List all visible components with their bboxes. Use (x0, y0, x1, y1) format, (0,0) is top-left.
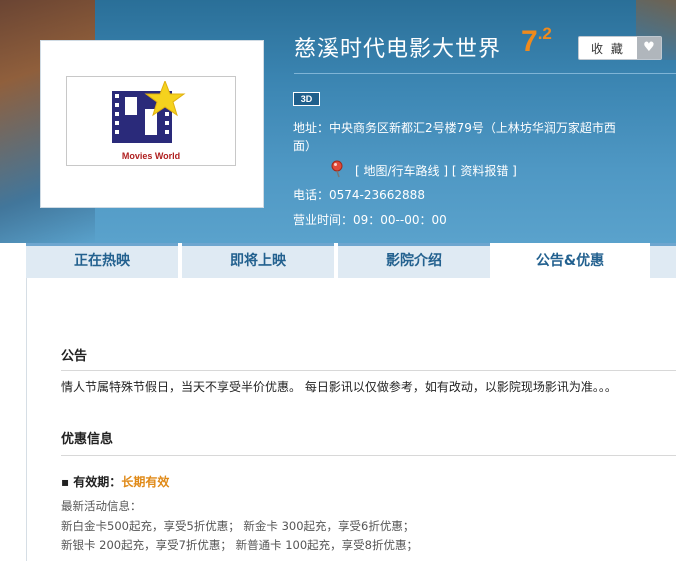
tab-announcements-offers[interactable]: 公告&优惠 (494, 243, 646, 280)
favorite-label: 收 藏 (591, 42, 625, 56)
cinema-title: 慈溪时代电影大世界 (294, 37, 502, 62)
validity-label: ▪ 有效期： (61, 475, 122, 489)
rating-score: 7.2 (521, 24, 552, 59)
map-links: [ 地图/行车路线 ] [ 资料报错 ] (355, 162, 517, 179)
validity-row: ▪ 有效期：长期有效 (61, 473, 169, 490)
map-pin-icon (331, 160, 343, 178)
address-line-2: 面） (293, 139, 318, 153)
offers-divider (61, 455, 676, 456)
film-strip-icon (112, 81, 186, 143)
heart-icon: ♥ (637, 37, 661, 59)
cinema-logo: Movies World (40, 40, 264, 208)
logo-frame: Movies World (66, 76, 236, 166)
favorite-button[interactable]: 收 藏 ♥ (578, 36, 662, 60)
3d-badge: 3D (293, 92, 320, 106)
map-route-link[interactable]: [ 地图/行车路线 ] (355, 164, 448, 178)
notice-text: 情人节属特殊节假日，当天不享受半价优惠。 每日影讯以仅做参考，如有改动，以影院现… (61, 380, 617, 394)
tab-stub (650, 243, 676, 278)
tab-bar: 正在热映 即将上映 影院介绍 公告&优惠 (26, 243, 676, 280)
report-error-link[interactable]: [ 资料报错 ] (452, 164, 517, 178)
rating-integer: 7 (521, 25, 538, 58)
tab-cinema-intro[interactable]: 影院介绍 (338, 243, 490, 278)
content-panel: 公告 情人节属特殊节假日，当天不享受半价优惠。 每日影讯以仅做参考，如有改动，以… (26, 278, 676, 561)
notice-divider (61, 370, 676, 371)
promo-line: 最新活动信息： (61, 499, 142, 513)
phone-number: 电话：0574-23662888 (293, 188, 425, 202)
business-hours: 营业时间：09：00--00：00 (293, 213, 447, 227)
promo-line: 新白金卡500起充，享受5折优惠； 新金卡 300起充，享受6折优惠； (61, 519, 415, 533)
promo-line: 新银卡 200起充，享受7折优惠； 新普通卡 100起充，享受8折优惠； (61, 538, 418, 552)
offers-title: 优惠信息 (61, 432, 114, 447)
rating-decimal: .2 (537, 24, 552, 43)
tab-now-showing[interactable]: 正在热映 (26, 243, 178, 278)
logo-text: Movies World (121, 151, 181, 161)
header-divider (294, 73, 676, 74)
validity-value: 长期有效 (121, 475, 170, 489)
tab-coming-soon[interactable]: 即将上映 (182, 243, 334, 278)
address-line-1: 地址：中央商务区新都汇2号楼79号（上林坊华润万家超市西 (293, 121, 616, 135)
notice-title: 公告 (61, 349, 88, 364)
cinema-header: Movies World 慈溪时代电影大世界 7.2 收 藏 ♥ 3D 地址：中… (0, 0, 676, 243)
